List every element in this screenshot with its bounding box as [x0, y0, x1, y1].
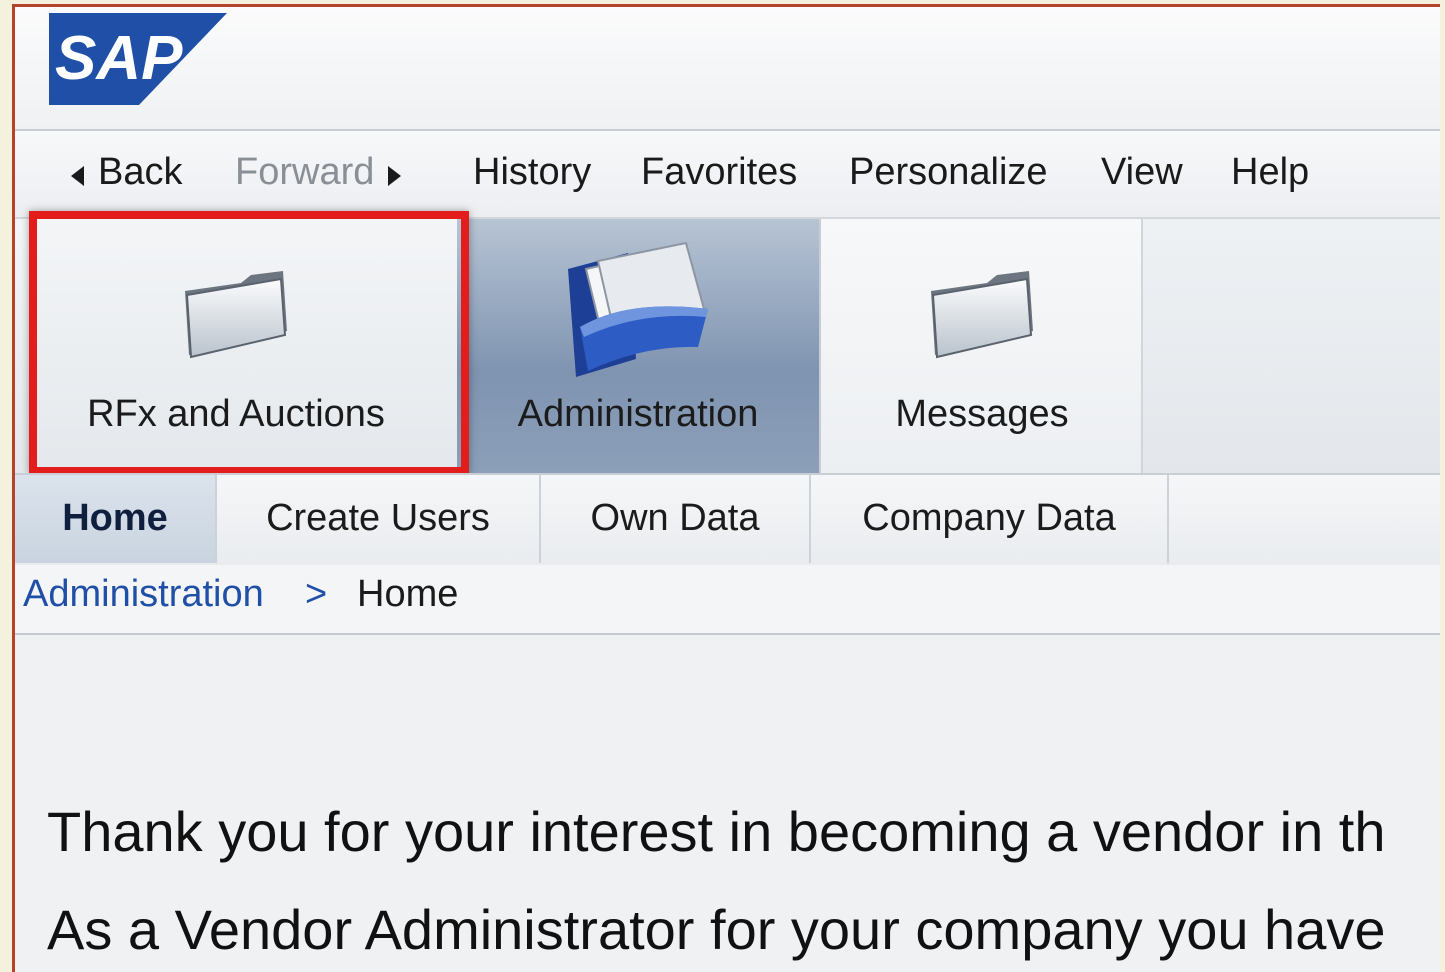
forward-button[interactable]: Forward: [235, 151, 402, 194]
menu-bar: Back Forward History Favorites Personali…: [15, 131, 1440, 219]
breadcrumb-current: Home: [357, 573, 459, 615]
welcome-text-line-1: Thank you for your interest in becoming …: [47, 800, 1386, 863]
breadcrumb-separator: >: [305, 573, 328, 615]
highlight-box: [29, 211, 469, 475]
content-area: Thank you for your interest in becoming …: [15, 635, 1440, 972]
folder-icon: [931, 271, 1033, 359]
welcome-text-line-2: As a Vendor Administrator for your compa…: [47, 898, 1386, 961]
sap-logo[interactable]: SAP: [49, 13, 227, 105]
breadcrumb: Administration > Home: [15, 565, 1440, 635]
back-arrow-icon: [71, 165, 84, 186]
tab-own-data[interactable]: Own Data: [541, 475, 811, 563]
documents-folder-icon: [568, 241, 708, 377]
detailed-navigation-bar: Home Create Users Own Data Company Data: [15, 473, 1440, 567]
back-label: Back: [98, 151, 183, 193]
forward-arrow-icon: [388, 165, 402, 186]
work-center-administration[interactable]: Administration: [457, 219, 819, 473]
tab-company-data[interactable]: Company Data: [811, 475, 1169, 563]
favorites-menu[interactable]: Favorites: [641, 151, 797, 194]
sap-portal-window: SAP Back Forward History Favorites Perso…: [12, 4, 1440, 972]
history-menu[interactable]: History: [473, 151, 591, 194]
work-center-bar-filler: [1141, 219, 1440, 473]
sap-logo-text: SAP: [55, 24, 183, 93]
help-menu[interactable]: Help: [1231, 151, 1309, 194]
breadcrumb-link-administration[interactable]: Administration: [23, 573, 264, 616]
view-menu[interactable]: View: [1101, 151, 1183, 194]
work-center-label: Messages: [895, 393, 1069, 435]
work-center-label: Administration: [517, 393, 759, 435]
work-center-messages[interactable]: Messages: [819, 219, 1143, 473]
header-bar: SAP: [15, 7, 1440, 131]
tab-create-users[interactable]: Create Users: [217, 475, 541, 563]
tab-home[interactable]: Home: [15, 475, 217, 563]
personalize-menu[interactable]: Personalize: [849, 151, 1048, 194]
back-button[interactable]: Back: [71, 151, 182, 194]
forward-label: Forward: [235, 151, 375, 193]
